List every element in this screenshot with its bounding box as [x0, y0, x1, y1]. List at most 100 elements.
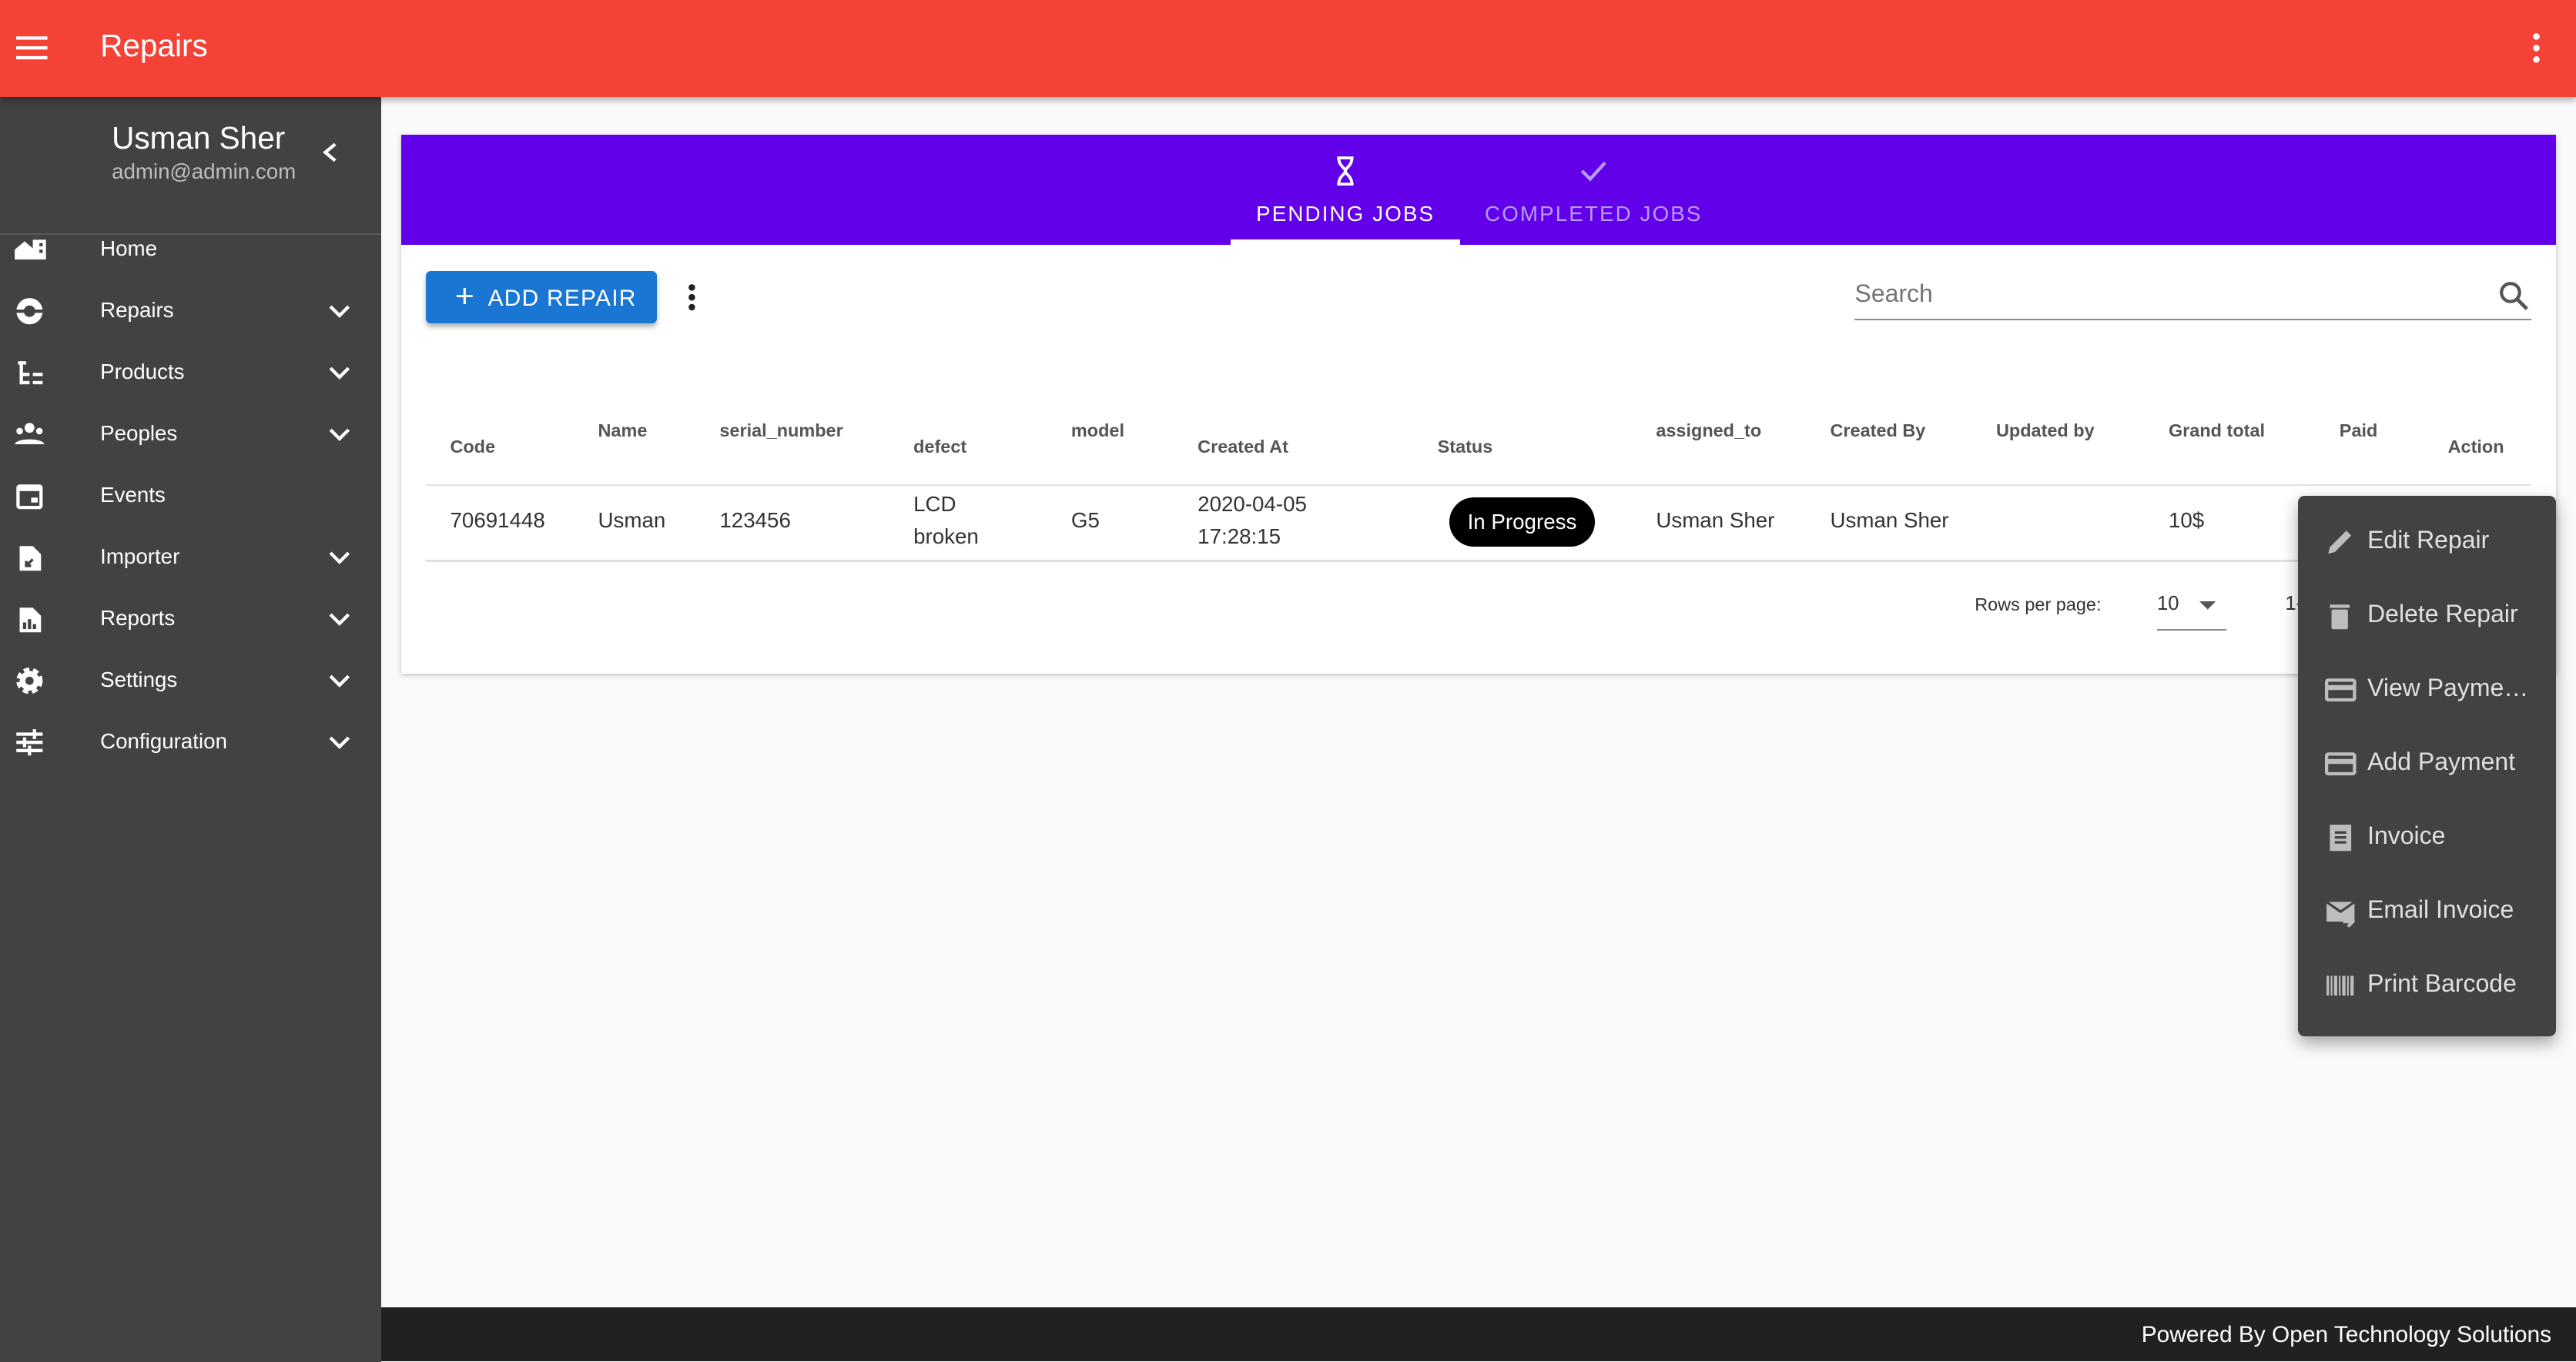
menu-item-label: Edit Repair [2367, 525, 2490, 554]
chevron-down-icon[interactable] [329, 428, 350, 443]
cell-model: G5 [1070, 507, 1100, 532]
sidebar-item-label: Events [100, 483, 166, 507]
sidebar-item-home[interactable]: Home [0, 220, 381, 281]
sidebar-item-events[interactable]: Events [0, 467, 381, 527]
tab-completed-jobs[interactable]: COMPLETED JOBS [1460, 135, 1727, 245]
cell-assigned-to: Usman Sher [1656, 507, 1775, 532]
menu-item-view-payme[interactable]: View Payme… [2298, 654, 2556, 728]
cell-grand-total: 10$ [2168, 507, 2205, 532]
report-icon [19, 607, 42, 633]
pencil-icon [2327, 530, 2351, 554]
sidebar-item-products[interactable]: Products [0, 343, 381, 404]
sidebar-item-label: Products [100, 360, 185, 384]
column-header[interactable]: defect [913, 437, 966, 457]
column-header[interactable]: Code [451, 437, 496, 457]
footer: Powered By Open Technology Solutions [380, 1307, 2576, 1362]
caret-down-icon [2199, 601, 2216, 610]
column-header[interactable]: Grand total [2169, 420, 2265, 441]
chevron-down-icon[interactable] [329, 674, 350, 689]
menu-item-add-payment[interactable]: Add Payment [2298, 728, 2556, 801]
plus-icon: + [454, 277, 476, 315]
gear-icon [16, 668, 43, 694]
sidebar-item-label: Peoples [100, 421, 178, 446]
search-field[interactable] [1854, 276, 2532, 320]
menu-item-edit-repair[interactable]: Edit Repair [2298, 506, 2556, 580]
column-header[interactable]: Action [2448, 437, 2504, 457]
cell-created-by: Usman Sher [1830, 507, 1949, 532]
tab-label: PENDING JOBS [1256, 202, 1435, 226]
chevron-down-icon[interactable] [329, 613, 350, 627]
cell-code: 70691448 [450, 507, 545, 532]
tree-icon [18, 361, 43, 385]
menu-item-invoice[interactable]: Invoice [2298, 801, 2556, 875]
add-repair-button[interactable]: + ADD REPAIR [425, 270, 658, 324]
tune-icon [16, 729, 43, 756]
cell-created-at: 17:28:15 [1198, 524, 1281, 549]
more-options-icon[interactable] [687, 283, 697, 312]
sidebar-item-configuration[interactable]: Configuration [0, 713, 381, 774]
chevron-down-icon[interactable] [329, 305, 350, 320]
sidebar-item-repairs[interactable]: Repairs [0, 282, 381, 343]
hamburger-icon[interactable] [16, 33, 49, 62]
calendar-icon [16, 484, 43, 510]
rows-per-page-label: Rows per page: [1975, 594, 2102, 615]
user-email: admin@admin.com [112, 159, 296, 183]
column-header[interactable]: serial_number [719, 420, 842, 441]
search-icon[interactable] [2499, 281, 2528, 310]
column-header[interactable]: Updated by [1996, 420, 2095, 441]
trash-icon [2330, 604, 2350, 630]
chevron-down-icon[interactable] [329, 736, 350, 751]
tab-bar: PENDING JOBS COMPLETED JOBS [400, 134, 2557, 245]
chevron-down-icon[interactable] [329, 366, 350, 381]
cell-name: Usman [598, 507, 666, 532]
tab-pending-jobs[interactable]: PENDING JOBS [1230, 135, 1461, 245]
column-header[interactable]: model [1071, 420, 1124, 441]
sidebar-item-label: Configuration [100, 729, 228, 754]
receipt-icon [2330, 824, 2351, 852]
home-icon [15, 239, 46, 260]
sidebar-item-reports[interactable]: Reports [0, 590, 381, 651]
sidebar-item-settings[interactable]: Settings [0, 651, 381, 712]
menu-item-label: Delete Repair [2367, 599, 2518, 627]
credit-card-icon [2324, 752, 2357, 775]
search-input[interactable] [1854, 279, 2480, 308]
column-header[interactable]: Created By [1830, 420, 1925, 441]
footer-text: Powered By Open Technology Solutions [2141, 1322, 2552, 1348]
check-icon [1580, 161, 1606, 182]
sidebar-item-importer[interactable]: Importer [0, 528, 381, 589]
menu-item-email-invoice[interactable]: Email Invoice [2298, 875, 2556, 949]
menu-item-delete-repair[interactable]: Delete Repair [2298, 580, 2556, 654]
sidebar-item-peoples[interactable]: Peoples [0, 405, 381, 466]
rows-per-page-value: 10 [2157, 593, 2179, 615]
sidebar-item-label: Repairs [100, 298, 174, 323]
tab-label: COMPLETED JOBS [1485, 202, 1703, 226]
hourglass-icon [1337, 156, 1354, 186]
menu-item-label: Add Payment [2367, 747, 2516, 775]
barcode-icon [2326, 975, 2353, 996]
collapse-sidebar-icon[interactable] [320, 141, 340, 164]
menu-item-label: Invoice [2367, 821, 2446, 849]
action-menu: Edit Repair Delete Repair View Payme… Add P… [2298, 496, 2557, 1037]
page-title: Repairs [100, 28, 208, 64]
cell-created-at: 2020-04-05 [1198, 491, 1307, 516]
column-header[interactable]: Name [598, 420, 648, 441]
column-header[interactable]: assigned_to [1656, 420, 1761, 441]
add-repair-label: ADD REPAIR [487, 286, 637, 312]
sidebar: Usman Sher admin@admin.com Home Repairs Pr… [0, 96, 381, 1362]
menu-item-print-barcode[interactable]: Print Barcode [2298, 949, 2556, 1023]
user-name: Usman Sher [112, 119, 286, 156]
column-header[interactable]: Created At [1198, 437, 1288, 457]
column-header[interactable]: Status [1438, 437, 1493, 457]
credit-card-icon [2324, 678, 2357, 701]
divider [425, 484, 2532, 487]
cell-defect: broken [913, 524, 979, 549]
column-header[interactable]: Paid [2340, 420, 2378, 441]
people-icon [15, 423, 45, 445]
sidebar-item-label: Settings [100, 668, 178, 692]
rows-per-page-select[interactable]: 10 [2157, 588, 2226, 631]
lifebuoy-icon [15, 298, 45, 325]
chevron-down-icon[interactable] [329, 551, 350, 566]
more-vert-icon[interactable] [2530, 32, 2543, 65]
status-badge: In Progress [1449, 497, 1596, 547]
sidebar-item-label: Importer [100, 544, 180, 569]
